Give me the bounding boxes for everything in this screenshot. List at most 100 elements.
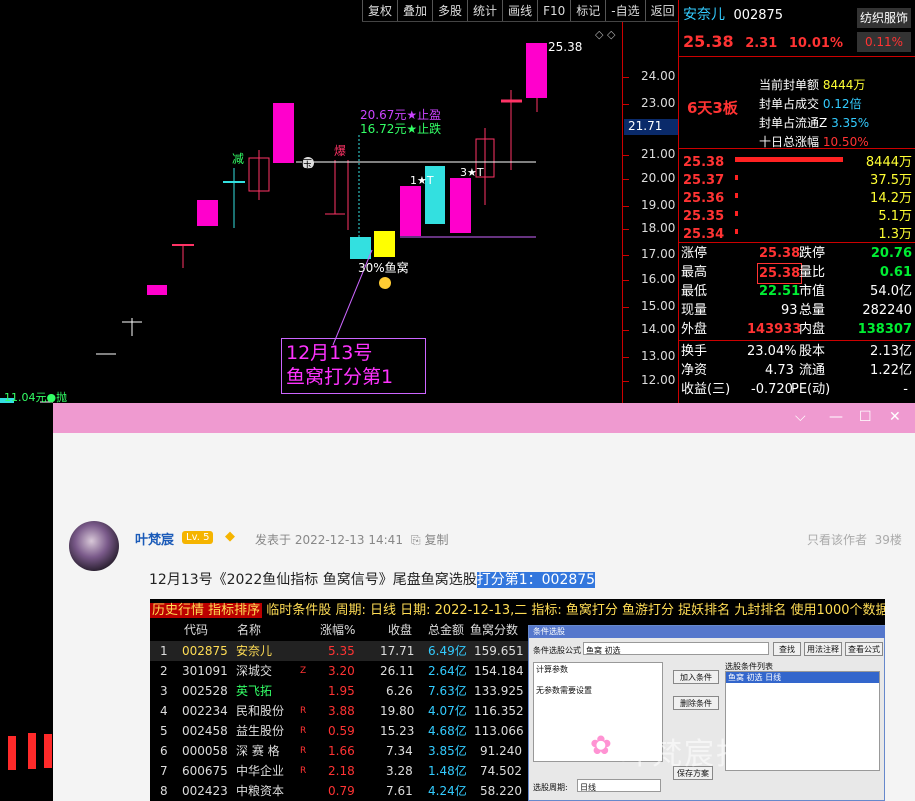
cell: 19.80	[380, 704, 415, 718]
cell: 2.64亿	[428, 664, 467, 678]
embed-header: 历史行情 指标排序 临时条件股 周期: 日线 日期: 2022-12-13,二 …	[150, 599, 885, 619]
cell: 15.23	[380, 724, 415, 738]
diamond-icon[interactable]: ◇ ◇	[595, 28, 615, 41]
stat-value: 20.76	[870, 246, 912, 261]
tick: 15.00	[641, 299, 676, 313]
toolbar-btn-multi[interactable]: 多股	[432, 0, 467, 21]
view-formula-button[interactable]: 查看公式	[845, 642, 883, 656]
stock-price: 25.38	[683, 32, 734, 51]
annotation-line-2: 鱼窝打分第1	[286, 366, 394, 388]
note-button[interactable]: 用法注释	[804, 642, 842, 656]
embed-tab-history: 历史行情 指标排序	[150, 603, 263, 618]
table-row[interactable]: 4 002234 民和股份 R 3.88 19.80 4.07亿 116.352	[150, 701, 530, 721]
chevron-down-icon[interactable]: ⌵	[795, 409, 806, 425]
cell: 002423	[182, 784, 228, 798]
formula-label: 条件选股公式	[533, 646, 581, 655]
cell: 中粮资本	[236, 784, 285, 798]
window-titlebar[interactable]: ⌵ — ☐ ✕	[53, 403, 915, 433]
seal-label: 当前封单额	[759, 78, 820, 92]
add-condition-button[interactable]: 加入条件	[673, 670, 719, 684]
table-row[interactable]: 1 002875 安奈儿 5.35 17.71 6.49亿 159.651	[150, 641, 530, 661]
table-row[interactable]: 3 002528 英飞拓 1.95 6.26 7.63亿 133.925	[150, 681, 530, 701]
condition-list-item[interactable]: 鱼窝 初选 日线	[726, 672, 879, 683]
toolbar-btn-back[interactable]: 返回	[644, 0, 680, 21]
cell: 17.71	[380, 644, 415, 658]
cell: 113.066	[474, 724, 524, 738]
avatar[interactable]	[69, 521, 119, 571]
author-only-link[interactable]: 只看该作者 39楼	[807, 531, 902, 548]
price-axis: ◇ ◇ 24.00 23.00 21.00 20.00 19.00 18.00 …	[595, 22, 678, 403]
stat-label: 市值	[799, 284, 826, 299]
toolbar-btn-unwatch[interactable]: -自选	[605, 0, 644, 21]
stock-name: 安奈儿	[683, 7, 725, 23]
table-row[interactable]: 5 002458 益生股份 R 0.59 15.23 4.68亿 113.066	[150, 721, 530, 741]
tick: 13.00	[641, 349, 676, 363]
cell: 159.651	[474, 644, 524, 658]
stat-value: 54.0亿	[870, 284, 912, 299]
stat-label: 涨停	[681, 246, 708, 261]
stat-value: 138307	[857, 322, 912, 337]
toolbar-btn-fuquan[interactable]: 复权	[362, 0, 397, 21]
username-link[interactable]: 叶梵宸	[135, 529, 174, 548]
candle	[197, 200, 218, 226]
cell: 7.63亿	[428, 684, 467, 698]
stats-grid-2: 换手 23.04% 股本 2.13亿 净资 4.73 流通 1.22亿 收益(三) -0.72…	[681, 342, 912, 399]
industry-button[interactable]: 纺织服饰	[857, 8, 911, 28]
cell: 301091	[182, 664, 228, 678]
table-row[interactable]: 8 002423 中粮资本 0.79 7.61 4.24亿 58.220	[150, 781, 530, 801]
candle	[526, 43, 547, 98]
stat-value: -	[903, 382, 908, 397]
delete-condition-button[interactable]: 删除条件	[673, 696, 719, 710]
cell: 74.502	[480, 764, 522, 778]
seal-value: 10.50%	[822, 135, 869, 149]
candle	[147, 285, 167, 295]
embedded-screenshot: 历史行情 指标排序 临时条件股 周期: 日线 日期: 2022-12-13,二 …	[150, 599, 885, 801]
table-row[interactable]: 6 000058 深 赛 格 R 1.66 7.34 3.85亿 91.240	[150, 741, 530, 761]
cell: 5	[160, 724, 168, 738]
volume-bar	[44, 734, 52, 768]
reduce-label: 减	[232, 152, 245, 166]
candle	[400, 186, 421, 236]
stock-code: 002875	[733, 8, 784, 23]
post-text: 12月13号《2022鱼仙指标 鱼窝信号》尾盘鱼窝选股打分第1：002875	[149, 569, 596, 589]
order-price: 25.38	[683, 155, 725, 170]
stat-value: 93	[781, 303, 798, 318]
cell: 002528	[182, 684, 228, 698]
seal-value: 0.12倍	[822, 97, 862, 111]
maximize-icon[interactable]: ☐	[859, 409, 872, 425]
stat-label: 内盘	[799, 322, 826, 337]
floor-number: 39楼	[874, 533, 902, 547]
burst-label: 爆	[334, 144, 347, 158]
toolbar-btn-mark[interactable]: 标记	[570, 0, 605, 21]
copy-label: 复制	[424, 533, 449, 547]
cell: 英飞拓	[236, 684, 273, 698]
minimize-icon[interactable]: —	[829, 409, 843, 425]
toolbar-btn-overlay[interactable]: 叠加	[397, 0, 432, 21]
seal-value: 3.35%	[831, 116, 870, 130]
order-price: 25.36	[683, 191, 725, 206]
period-select[interactable]: 日线	[577, 779, 661, 792]
toolbar-btn-draw[interactable]: 画线	[502, 0, 537, 21]
find-button[interactable]: 查找	[773, 642, 801, 656]
condition-list[interactable]: 鱼窝 初选 日线	[725, 671, 880, 771]
stat-label: 最低	[681, 284, 708, 299]
column-header: 代码	[184, 623, 209, 637]
cell: 0.79	[328, 784, 355, 798]
stat-value: 0.61	[879, 265, 912, 280]
cell: R	[300, 726, 307, 736]
cell: 2	[160, 664, 168, 678]
cell: 4	[160, 704, 168, 718]
toolbar-btn-stats[interactable]: 统计	[467, 0, 502, 21]
close-icon[interactable]: ✕	[889, 409, 901, 425]
cell: 3	[160, 684, 168, 698]
stop-loss-label: 16.72元★止跌	[360, 122, 442, 136]
stat-label: 股本	[799, 344, 826, 359]
toolbar-btn-f10[interactable]: F10	[537, 0, 570, 21]
kline-chart[interactable]: 25.38 20.67元★止盈 16.72元★止跌 减 压 爆 1★T 3★T …	[0, 0, 678, 404]
copy-button[interactable]: ⎘ 复制	[411, 531, 448, 548]
yuwo-label: 30%鱼窝	[358, 261, 409, 275]
table-row[interactable]: 7 600675 中华企业 R 2.18 3.28 1.48亿 74.502	[150, 761, 530, 781]
table-row[interactable]: 2 301091 深城交 Z 3.20 26.11 2.64亿 154.184	[150, 661, 530, 681]
formula-select[interactable]: 鱼窝 初选	[583, 642, 769, 655]
cell: 6.49亿	[428, 644, 467, 658]
